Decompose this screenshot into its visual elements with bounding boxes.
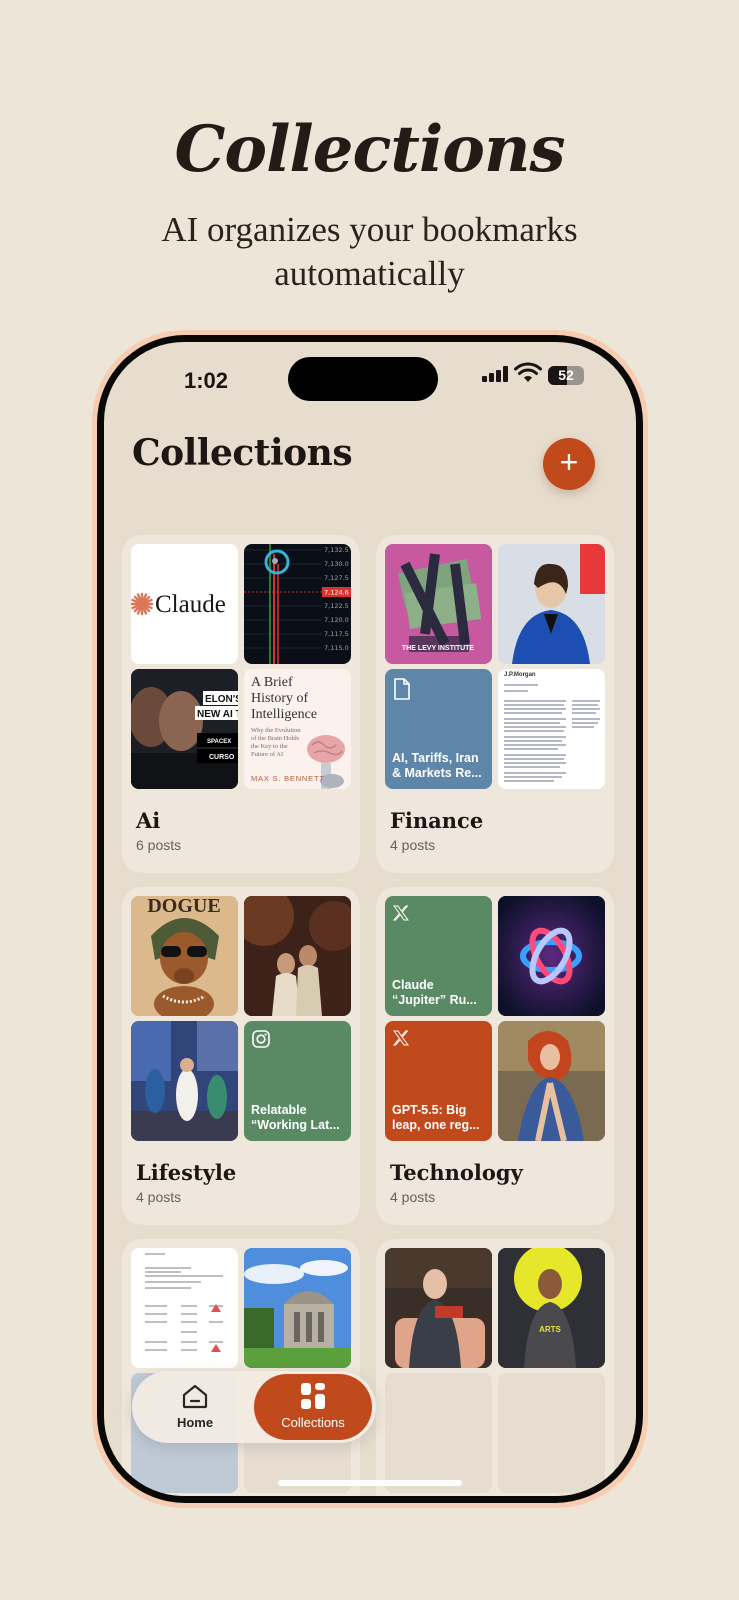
thumb-levy-photo: THE LEVY INSTITUTE: [385, 544, 492, 664]
thumb-game-photo: [131, 1021, 238, 1141]
add-collection-button[interactable]: +: [543, 438, 595, 490]
page-title: Collections: [132, 432, 353, 474]
collection-name: Lifestyle: [136, 1160, 237, 1185]
post-title: Relatable “Working Lat...: [251, 1103, 340, 1132]
thumb-x-post-claude: Claude “Jupiter” Ru...: [385, 896, 492, 1016]
price-label: 7,130.0: [324, 560, 349, 568]
thumb-x-post-gpt: GPT-5.5: Big leap, one reg...: [385, 1021, 492, 1141]
thumb-openai-logo: [498, 896, 605, 1016]
price-label: 7,124.6: [324, 589, 349, 597]
collection-name: Technology: [390, 1160, 523, 1185]
thumb-doc: AI, Tariffs, Iran & Markets Re...: [385, 669, 492, 789]
collection-card-lifestyle[interactable]: DOGUE Relatable “Working Lat... Lifestyl…: [122, 887, 360, 1225]
thumb-painting: [498, 1021, 605, 1141]
post-title: GPT-5.5: Big leap, one reg...: [392, 1103, 480, 1132]
document-icon: [394, 678, 410, 700]
signal-icon: [482, 366, 508, 382]
video-title-1: ELON'S: [205, 694, 238, 705]
thumb-couple-photo: [244, 896, 351, 1016]
x-icon: [393, 1030, 409, 1046]
collection-card-finance[interactable]: THE LEVY INSTITUTE AI, Tariffs, Iran & M…: [376, 535, 614, 873]
instagram-icon: [252, 1030, 270, 1048]
openai-logo-icon: [498, 896, 605, 1016]
tab-home[interactable]: Home: [146, 1377, 244, 1437]
hero-title: Collections: [174, 112, 565, 187]
collection-card-ai[interactable]: Claude 7,132.5 7,130.0 7,127.5 7,124.6 7…: [122, 535, 360, 873]
price-label: 7,127.5: [324, 574, 349, 582]
video-title-2: NEW AI TAR: [197, 709, 238, 720]
paper-header: J.P.Morgan: [504, 672, 536, 678]
speaker-shirt-text: ARTS: [539, 1325, 561, 1334]
person-photo: [385, 1248, 492, 1368]
collection-card-partial-1[interactable]: [122, 1239, 360, 1496]
tab-home-label: Home: [176, 1415, 214, 1430]
book-subtitle: Why the Evolution of the Brain Holds the…: [251, 727, 301, 758]
thumb-person-photo: [385, 1248, 492, 1368]
collection-name: Finance: [390, 808, 484, 833]
battery-percent: 52: [558, 367, 574, 383]
thumb-book: A Brief History of Intelligence Why the …: [244, 669, 351, 789]
collection-name: Ai: [136, 808, 161, 833]
building-photo: [244, 1248, 351, 1368]
tab-bar: Home Collections: [132, 1371, 376, 1443]
dog-photo: DOGUE: [131, 896, 238, 1016]
thumb-price-chart: 7,132.5 7,130.0 7,127.5 7,124.6 7,122.5 …: [244, 544, 351, 664]
price-label: 7,122.5: [324, 602, 349, 610]
tab-collections-label: Collections: [281, 1415, 345, 1430]
collection-count: 4 posts: [390, 837, 436, 853]
thumb-paper: J.P.Morgan: [498, 669, 605, 789]
home-indicator: [278, 1480, 462, 1486]
price-label: 7,120.0: [324, 616, 349, 624]
home-icon: [182, 1384, 208, 1409]
video-badge-1: SPACEX: [207, 739, 231, 745]
price-label: 7,115.0: [324, 644, 349, 652]
thumb-document-scan: [131, 1248, 238, 1368]
collection-card-technology[interactable]: Claude “Jupiter” Ru... GPT-5.5: Big leap…: [376, 887, 614, 1225]
x-icon: [393, 905, 409, 921]
levy-institute-text: THE LEVY INSTITUTE: [402, 645, 475, 652]
collection-count: 4 posts: [136, 1189, 182, 1205]
phone-screen: 1:02 52 Collections + Claude 7,132.5 7,1…: [104, 342, 636, 1496]
money-photo: THE LEVY INSTITUTE: [385, 544, 492, 664]
video-badge-2: CURSO: [209, 754, 235, 761]
thumb-instagram-post: Relatable “Working Lat...: [244, 1021, 351, 1141]
collection-count: 4 posts: [390, 1189, 436, 1205]
dynamic-island: [288, 357, 438, 401]
video-thumbnail: ELON'S NEW AI TAR SPACEX CURSO: [131, 669, 238, 789]
price-label: 7,117.5: [324, 630, 349, 638]
thumb-claude-logo: Claude: [131, 544, 238, 664]
book-title: A Brief History of Intelligence: [251, 675, 318, 722]
collections-icon: [301, 1383, 325, 1409]
tab-collections[interactable]: Collections: [254, 1374, 372, 1440]
status-time: 1:02: [184, 368, 229, 393]
painting-photo: [498, 1021, 605, 1141]
dogue-text: DOGUE: [147, 896, 220, 917]
collection-card-partial-2[interactable]: ARTS: [376, 1239, 614, 1496]
doc-title: AI, Tariffs, Iran & Markets Re...: [392, 751, 482, 780]
thumb-building-photo: [244, 1248, 351, 1368]
wifi-icon: [514, 362, 542, 382]
thumb-dogue: DOGUE: [131, 896, 238, 1016]
game-photo: [131, 1021, 238, 1141]
thumb-speaker-photo: ARTS: [498, 1248, 605, 1368]
claude-logo-icon: Claude: [131, 591, 226, 618]
thumb-portrait: [498, 544, 605, 664]
thumb-placeholder: [385, 1373, 492, 1493]
thumb-placeholder: [498, 1373, 605, 1493]
post-title: Claude “Jupiter” Ru...: [392, 978, 477, 1007]
price-label: 7,132.5: [324, 546, 349, 554]
hero-subtitle: AI organizes your bookmarks automaticall…: [161, 210, 578, 293]
collection-count: 6 posts: [136, 837, 182, 853]
speaker-photo: ARTS: [498, 1248, 605, 1368]
thumb-video: ELON'S NEW AI TAR SPACEX CURSO: [131, 669, 238, 789]
portrait-photo: [498, 544, 605, 664]
price-chart: 7,132.5 7,130.0 7,127.5 7,124.6 7,122.5 …: [244, 544, 351, 664]
document-scan: [145, 1253, 223, 1352]
claude-logo-text: Claude: [155, 591, 226, 618]
battery-icon: 52: [548, 366, 584, 385]
paper-lines: [504, 684, 600, 782]
couple-photo: [244, 896, 351, 1016]
book-author: MAX S. BENNETT: [251, 774, 325, 783]
